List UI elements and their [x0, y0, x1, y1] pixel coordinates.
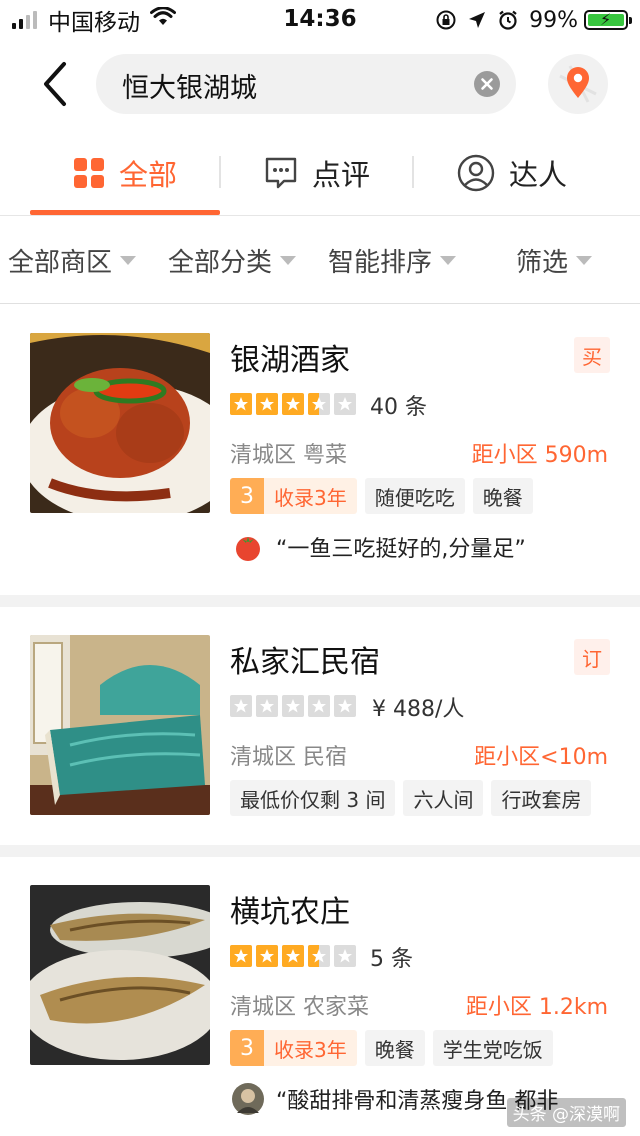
search-query[interactable]: 恒大银湖城: [122, 66, 257, 105]
filter-more[interactable]: 筛选: [516, 242, 593, 279]
tag: 晚餐: [364, 1030, 425, 1066]
caret-down-icon: [280, 256, 297, 265]
tag: 晚餐: [472, 478, 533, 514]
tab-review-label: 点评: [311, 158, 370, 192]
tag: 行政套房: [491, 780, 592, 816]
star-icon: [308, 695, 330, 717]
battery-percent: 99%: [529, 7, 578, 33]
area-category: 清城区 农家菜: [230, 995, 369, 1020]
caret-down-icon: [440, 256, 457, 265]
tomato-icon: [232, 531, 264, 563]
status-bar: 中国移动 14:36 99% ⚡: [0, 0, 640, 40]
rating-stars: [230, 945, 360, 967]
area-category: 清城区 民宿: [230, 745, 347, 770]
tag: 六人间: [403, 780, 484, 816]
filter-sort[interactable]: 智能排序: [328, 242, 457, 279]
record-number: 3: [230, 478, 264, 514]
star-icon: [230, 393, 252, 415]
filter-sort-label: 智能排序: [328, 248, 433, 278]
map-button[interactable]: [548, 54, 608, 114]
review-count: 5 条: [370, 947, 413, 972]
star-icon: [334, 393, 356, 415]
filter-more-label: 筛选: [516, 248, 569, 278]
listing-photo: [30, 333, 210, 513]
star-icon: [282, 393, 304, 415]
clear-icon[interactable]: [474, 71, 500, 97]
distance: 距小区<10m: [474, 745, 608, 770]
area-category: 清城区 粤菜: [230, 443, 347, 468]
battery-icon: ⚡: [584, 10, 632, 30]
distance: 距小区 1.2km: [465, 995, 608, 1020]
filter-area-label: 全部商区: [8, 248, 113, 278]
tab-bar: 全部 点评 达人: [0, 140, 640, 216]
filter-category[interactable]: 全部分类: [168, 242, 297, 279]
tag: 随便吃吃: [364, 478, 465, 514]
record-label: 收录3年: [274, 1037, 347, 1062]
listing-name[interactable]: 私家汇民宿: [230, 637, 380, 681]
star-icon: [334, 695, 356, 717]
star-icon: [334, 945, 356, 967]
active-tab-indicator: [30, 210, 220, 215]
caret-down-icon: [120, 256, 137, 265]
divider: [0, 595, 640, 607]
record-tag: 3 收录3年: [230, 1030, 357, 1066]
location-arrow-icon: [467, 10, 487, 30]
tab-review[interactable]: 点评: [222, 140, 412, 206]
comment-icon: [264, 156, 298, 190]
listing-photo: [30, 635, 210, 815]
distance: 距小区 590m: [471, 443, 608, 468]
listing-name[interactable]: 银湖酒家: [230, 335, 350, 379]
star-icon: [308, 393, 330, 415]
chevron-left-icon: [44, 62, 66, 106]
price-per-person: ¥ 488/人: [372, 697, 465, 722]
tag-row: 3 收录3年 晚餐 学生党吃饭: [230, 1030, 561, 1066]
quote-text: “一鱼三吃挺好的,分量足”: [276, 537, 526, 562]
booking-badge: 订: [574, 639, 610, 675]
star-icon: [256, 695, 278, 717]
map-pin-icon: [559, 65, 597, 103]
search-input[interactable]: 恒大银湖城: [96, 54, 516, 114]
rotation-lock-icon: [435, 9, 457, 31]
listing-name[interactable]: 横坑农庄: [230, 887, 350, 931]
watermark: 头条 @深漠啊: [506, 1098, 626, 1127]
star-icon: [256, 945, 278, 967]
tab-expert[interactable]: 达人: [414, 140, 610, 206]
record-label: 收录3年: [274, 485, 347, 510]
star-icon: [256, 393, 278, 415]
rating-stars: [230, 393, 360, 415]
list-item[interactable]: 银湖酒家 买 40 条 清城区 粤菜 距小区 590m 3 收录3年 随便吃吃 晚…: [0, 305, 640, 595]
star-icon: [308, 945, 330, 967]
filter-category-label: 全部分类: [168, 248, 273, 278]
rating-stars: [230, 695, 360, 717]
divider: [0, 845, 640, 857]
star-icon: [230, 695, 252, 717]
record-tag: 3 收录3年: [230, 478, 357, 514]
tag: 学生党吃饭: [432, 1030, 553, 1066]
avatar: [232, 1083, 264, 1115]
star-icon: [230, 945, 252, 967]
review-count: 40 条: [370, 395, 427, 420]
tab-all[interactable]: 全部: [30, 140, 220, 206]
filter-bar: 全部商区 全部分类 智能排序 筛选: [0, 216, 640, 304]
review-quote: “一鱼三吃挺好的,分量足”: [232, 531, 526, 563]
user-icon: [457, 154, 495, 192]
tab-all-label: 全部: [118, 158, 177, 192]
back-button[interactable]: [36, 60, 76, 110]
tab-expert-label: 达人: [508, 158, 567, 192]
list-item[interactable]: 横坑农庄 5 条 清城区 农家菜 距小区 1.2km 3 收录3年 晚餐 学生党吃…: [0, 857, 640, 1136]
tab-divider: [219, 156, 221, 188]
filter-area[interactable]: 全部商区: [8, 242, 137, 279]
tag-row: 最低价仅剩 3 间 六人间 行政套房: [230, 780, 599, 816]
tag-row: 3 收录3年 随便吃吃 晚餐: [230, 478, 541, 514]
star-icon: [282, 695, 304, 717]
alarm-icon: [497, 9, 519, 31]
tag: 最低价仅剩 3 间: [230, 780, 396, 816]
list-item[interactable]: 私家汇民宿 订 ¥ 488/人 清城区 民宿 距小区<10m 最低价仅剩 3 间…: [0, 607, 640, 845]
star-icon: [282, 945, 304, 967]
record-number: 3: [230, 1030, 264, 1066]
listing-photo: [30, 885, 210, 1065]
buy-badge: 买: [574, 337, 610, 373]
grid-icon: [73, 157, 105, 189]
caret-down-icon: [576, 256, 593, 265]
